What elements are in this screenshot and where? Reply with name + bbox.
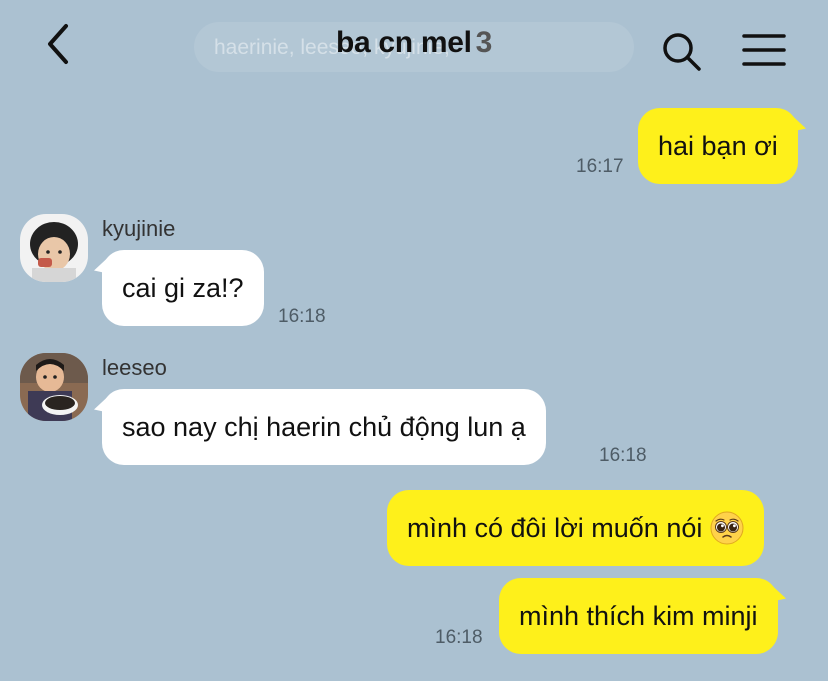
chat-header: haerinie, leeseo, kyujinie, ba cn mel 3 [0,0,828,96]
profile-photo-leeseo [20,353,88,421]
message-text: mình có đôi lời muốn nói [407,513,703,543]
pleading-face-emoji [710,511,744,545]
my-message-bubble[interactable]: hai bạn ơi [638,108,806,184]
message-text: sao nay chị haerin chủ động lun ạ [122,412,526,442]
other-message-bubble[interactable]: sao nay chị haerin chủ động lun ạ [94,389,546,465]
my-message-bubble[interactable]: mình có đôi lời muốn nói [387,490,765,566]
message-time: 16:18 [599,445,647,466]
search-button[interactable] [660,30,704,74]
message-time: 16:17 [576,156,624,177]
menu-button[interactable] [742,32,786,68]
my-message-bubble[interactable]: mình thích kim minji [499,578,786,654]
back-button[interactable] [40,20,80,68]
hamburger-menu-icon [742,34,786,66]
search-icon [663,33,701,71]
message-time: 16:18 [278,306,326,327]
message-text: mình thích kim minji [519,601,758,631]
chevron-left-icon [48,24,68,64]
message-text: cai gi za!? [122,273,244,303]
sender-name: kyujinie [102,216,176,241]
other-message-bubble[interactable]: cai gi za!? [94,250,264,326]
avatar[interactable] [20,214,88,282]
member-count: 3 [475,26,493,59]
chat-title-text: ba cn mel [335,26,472,59]
chat-title[interactable]: ba cn mel 3 [194,26,634,60]
sender-name: leeseo [102,355,167,380]
message-time: 16:18 [435,627,483,648]
avatar[interactable] [20,353,88,421]
message-text: hai bạn ơi [658,131,778,161]
profile-photo-kyujinie [20,214,88,282]
